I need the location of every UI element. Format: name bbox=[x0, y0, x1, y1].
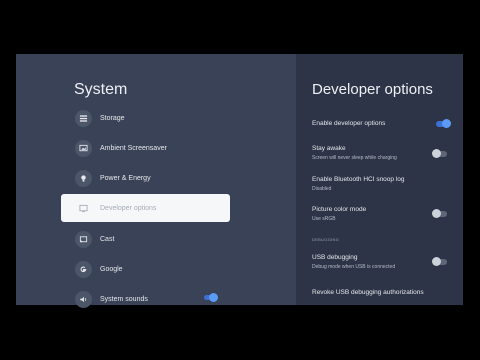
option-subtitle: Use sRGB bbox=[312, 216, 336, 222]
option-enable-developer-options[interactable]: Enable developer options bbox=[312, 120, 452, 127]
option-title: Picture color mode bbox=[312, 206, 367, 213]
option-picture-color-mode[interactable]: Picture color mode Use sRGB bbox=[312, 206, 452, 222]
system-title: System bbox=[74, 81, 128, 98]
menu-item-label: Power & Energy bbox=[100, 174, 151, 182]
cast-icon bbox=[75, 230, 92, 248]
menu-item-system-sounds[interactable]: System sounds bbox=[61, 285, 230, 313]
menu-item-power-energy[interactable]: Power & Energy bbox=[61, 164, 230, 192]
stay-awake-toggle[interactable] bbox=[432, 149, 447, 158]
developer-icon bbox=[75, 200, 92, 217]
section-label-debugging: DEBUGGING bbox=[312, 237, 340, 242]
option-bluetooth-hci-snoop-log[interactable]: Enable Bluetooth HCI snoop log Disabled bbox=[312, 176, 452, 192]
option-title: Enable Bluetooth HCI snoop log bbox=[312, 176, 405, 183]
option-title: Revoke USB debugging authorizations bbox=[312, 289, 424, 296]
option-title: Stay awake bbox=[312, 145, 346, 152]
sound-icon bbox=[75, 290, 92, 308]
option-title: Enable developer options bbox=[312, 120, 386, 127]
option-subtitle: Debug mode when USB is connected bbox=[312, 264, 396, 270]
google-icon bbox=[75, 260, 92, 278]
option-subtitle: Screen will never sleep while charging bbox=[312, 155, 397, 161]
system-sounds-toggle[interactable] bbox=[204, 293, 218, 302]
menu-item-label: Storage bbox=[100, 114, 125, 122]
option-title: USB debugging bbox=[312, 254, 358, 261]
menu-item-label: Cast bbox=[100, 235, 115, 243]
menu-item-cast[interactable]: Cast bbox=[61, 225, 230, 253]
option-stay-awake[interactable]: Stay awake Screen will never sleep while… bbox=[312, 145, 452, 161]
screensaver-icon bbox=[75, 139, 92, 157]
power-icon bbox=[75, 169, 92, 187]
menu-item-label: Google bbox=[100, 265, 123, 273]
picture-color-mode-toggle[interactable] bbox=[432, 209, 447, 218]
menu-item-storage[interactable]: Storage bbox=[61, 104, 230, 132]
option-usb-debugging[interactable]: USB debugging Debug mode when USB is con… bbox=[312, 254, 452, 270]
menu-item-ambient-screensaver[interactable]: Ambient Screensaver bbox=[61, 134, 230, 162]
menu-item-developer-options[interactable]: Developer options bbox=[61, 194, 230, 222]
menu-item-google[interactable]: Google bbox=[61, 255, 230, 283]
menu-item-label: System sounds bbox=[100, 295, 148, 303]
menu-item-label: Developer options bbox=[100, 204, 157, 212]
enable-developer-options-toggle[interactable] bbox=[436, 119, 451, 128]
option-revoke-usb-debugging[interactable]: Revoke USB debugging authorizations bbox=[312, 289, 452, 296]
storage-icon bbox=[75, 109, 92, 127]
usb-debugging-toggle[interactable] bbox=[432, 257, 447, 266]
option-subtitle: Disabled bbox=[312, 186, 332, 192]
menu-item-label: Ambient Screensaver bbox=[100, 144, 167, 152]
developer-options-title: Developer options bbox=[312, 81, 433, 98]
